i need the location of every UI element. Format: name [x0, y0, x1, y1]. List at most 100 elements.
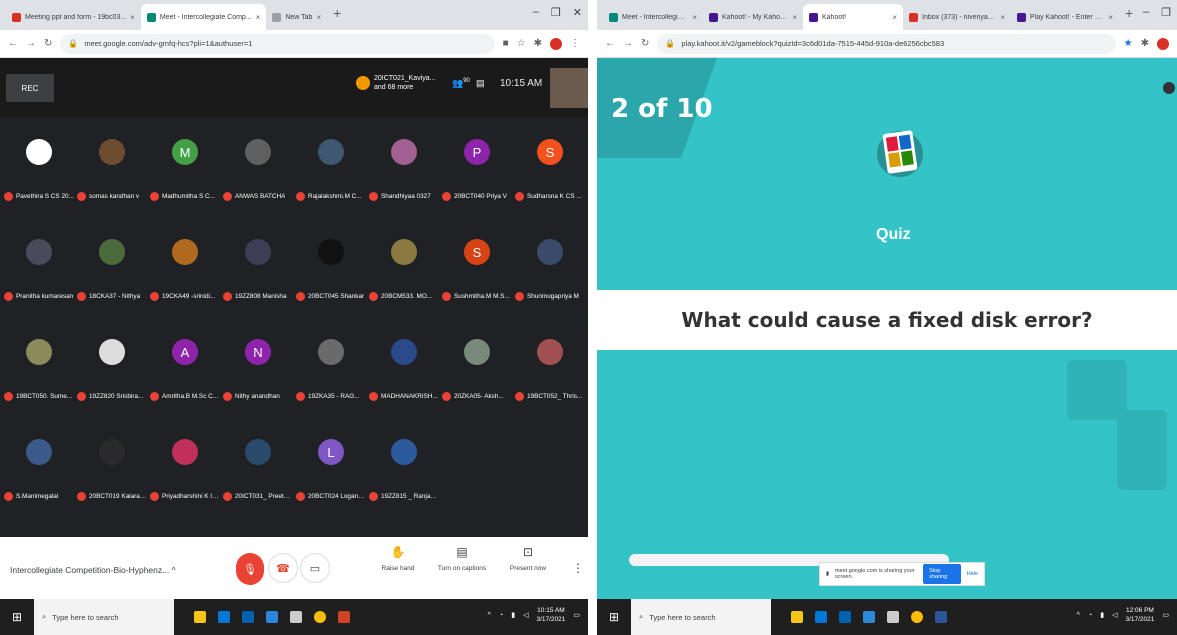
- windows-start-icon[interactable]: ⊞: [597, 599, 631, 635]
- meeting-title[interactable]: Intercollegiate Competition-Bio-Hyphenz.…: [10, 565, 176, 575]
- star-icon[interactable]: ★: [1124, 38, 1133, 49]
- browser-tab[interactable]: Play Kahoot! - Enter game PI...×: [1011, 4, 1119, 30]
- mic-toggle-button[interactable]: 🎙: [236, 553, 264, 585]
- camera-icon[interactable]: ■: [503, 38, 509, 49]
- self-view-thumbnail[interactable]: [550, 68, 588, 108]
- profile-avatar[interactable]: [550, 37, 562, 50]
- participant-tile[interactable]: somas kandhan v: [75, 125, 147, 211]
- chrome-icon[interactable]: [911, 611, 923, 623]
- new-tab-button[interactable]: +: [327, 5, 347, 25]
- participant-tile[interactable]: 19ZZ815 _ Ranjani. E: [367, 425, 439, 511]
- close-icon[interactable]: ×: [130, 13, 135, 22]
- new-tab-button[interactable]: +: [1119, 5, 1139, 25]
- participant-tile[interactable]: Shunmugapriya M: [513, 225, 585, 311]
- edge-icon[interactable]: [218, 611, 230, 623]
- close-icon[interactable]: ×: [1000, 13, 1005, 22]
- file-explorer-icon[interactable]: [791, 611, 803, 623]
- windows-start-icon[interactable]: ⊞: [0, 599, 34, 635]
- notification-icon[interactable]: ▭: [573, 611, 580, 619]
- leave-call-button[interactable]: ☎: [268, 553, 298, 583]
- participant-tile[interactable]: 18CKA37 - Nithya: [75, 225, 147, 311]
- participant-tile[interactable]: N Nithy anandhan: [221, 325, 293, 411]
- participant-tile[interactable]: Priyadharshini K Info. Tech.: [148, 425, 220, 511]
- camera-toggle-button[interactable]: ▭: [300, 553, 330, 583]
- close-icon[interactable]: ×: [692, 13, 697, 22]
- captions-button[interactable]: ▤ Turn on captions: [432, 545, 492, 572]
- chevron-up-icon[interactable]: ^: [1077, 612, 1080, 619]
- store-icon[interactable]: [242, 611, 254, 623]
- battery-icon[interactable]: ▮: [1100, 611, 1104, 619]
- close-icon[interactable]: ×: [316, 13, 321, 22]
- volume-icon[interactable]: ◁: [523, 611, 528, 619]
- participant-tile[interactable]: Rajalakshmi.M C...: [294, 125, 366, 211]
- participant-tile[interactable]: 19ZZ808 Manisha: [221, 225, 293, 311]
- volume-icon[interactable]: ◁: [1112, 611, 1117, 619]
- address-bar[interactable]: 🔒 play.kahoot.it/v2/gameblock?quizId=3c6d…: [657, 33, 1116, 54]
- notification-icon[interactable]: ▭: [1162, 611, 1169, 619]
- address-bar[interactable]: 🔒 meet.google.com/adv-gmfq-hcs?pli=1&auth…: [60, 33, 495, 54]
- browser-tab[interactable]: Meeting ppt and form - 19bc03... ×: [6, 4, 141, 30]
- participant-tile[interactable]: 19BCT052_ Thris...: [513, 325, 585, 411]
- participant-tile[interactable]: Pranitha kumaresan: [2, 225, 74, 311]
- maximize-icon[interactable]: ❐: [1161, 6, 1171, 19]
- browser-tab[interactable]: New Tab ×: [266, 4, 327, 30]
- attendee-summary[interactable]: 20ICT021_Kaviya... and 68 more: [356, 74, 435, 92]
- participant-tile[interactable]: 19CKA49 -srinidi...: [148, 225, 220, 311]
- close-icon[interactable]: ×: [1108, 13, 1113, 22]
- participant-tile[interactable]: P 20BCT040 Priya V: [440, 125, 512, 211]
- chrome-icon[interactable]: [314, 611, 326, 623]
- participant-tile[interactable]: 19ZKA35 - RAG...: [294, 325, 366, 411]
- close-window-icon[interactable]: ✕: [573, 6, 582, 19]
- browser-tab-active[interactable]: Meet - Intercollegiate Comp... ×: [140, 4, 267, 30]
- chat-icon[interactable]: ▤: [476, 78, 485, 89]
- browser-tab[interactable]: Kahoot! - My Kahoots ×: [703, 4, 803, 30]
- browser-tab[interactable]: Meet - Intercollegiate Co...×: [603, 4, 703, 30]
- participant-tile[interactable]: MADHANAKRISH...: [367, 325, 439, 411]
- close-icon[interactable]: ×: [256, 13, 261, 22]
- participant-tile[interactable]: Shandhiyaa 0327: [367, 125, 439, 211]
- present-now-button[interactable]: ⊡ Present now: [498, 545, 558, 572]
- edge-icon[interactable]: [815, 611, 827, 623]
- network-icon[interactable]: ◔: [499, 612, 503, 619]
- participant-tile[interactable]: 20ICT031_ Preethi .P: [221, 425, 293, 511]
- participant-tile[interactable]: S Sudharsna K CS ...: [513, 125, 585, 211]
- maximize-icon[interactable]: ❐: [551, 6, 561, 19]
- extension-icon[interactable]: ✱: [534, 38, 542, 49]
- participant-tile[interactable]: A Amritha.B M.Sc C...: [148, 325, 220, 411]
- raise-hand-button[interactable]: ✋ Raise hand: [368, 545, 428, 572]
- browser-tab[interactable]: Inbox (373) - nivenyaselvam...×: [903, 4, 1011, 30]
- taskbar-clock[interactable]: 10:15 AM 3/17/2021: [536, 606, 565, 624]
- word-icon[interactable]: [935, 611, 947, 623]
- participant-tile[interactable]: M Madhumitha S C...: [148, 125, 220, 211]
- taskbar-search[interactable]: ⌕ Type here to search: [34, 599, 174, 635]
- mail-icon[interactable]: [863, 611, 875, 623]
- participant-tile[interactable]: S.Manimegalai: [2, 425, 74, 511]
- forward-icon[interactable]: →: [26, 38, 36, 49]
- participant-tile[interactable]: S Sushmitha.M M.S...: [440, 225, 512, 311]
- participant-tile[interactable]: 20ZKA05- Aksh...: [440, 325, 512, 411]
- close-icon[interactable]: ×: [892, 13, 897, 22]
- star-icon[interactable]: ☆: [517, 38, 526, 49]
- browser-tab-active[interactable]: Kahoot! ×: [803, 4, 903, 30]
- participant-tile[interactable]: 19BCT050. Sume...: [2, 325, 74, 411]
- store-icon[interactable]: [839, 611, 851, 623]
- taskbar-clock[interactable]: 12:06 PM 3/17/2021: [1125, 606, 1154, 624]
- participant-tile[interactable]: 20BCM533. MO...: [367, 225, 439, 311]
- participant-tile[interactable]: L 20BCT024 Loganayaki: [294, 425, 366, 511]
- hide-button[interactable]: Hide: [967, 571, 978, 577]
- participant-tile[interactable]: Pavethira S CS 20...: [2, 125, 74, 211]
- back-icon[interactable]: ←: [8, 38, 18, 49]
- reload-icon[interactable]: ↻: [641, 38, 649, 49]
- participants-icon[interactable]: 👥90: [452, 78, 470, 89]
- battery-icon[interactable]: ▮: [511, 611, 515, 619]
- minimize-icon[interactable]: –: [1143, 6, 1149, 19]
- close-icon[interactable]: ×: [792, 13, 797, 22]
- powerpoint-icon[interactable]: [338, 611, 350, 623]
- minimize-icon[interactable]: –: [533, 6, 539, 19]
- profile-avatar[interactable]: [1157, 37, 1169, 50]
- stop-sharing-button[interactable]: Stop sharing: [923, 564, 961, 584]
- settings-icon[interactable]: [1163, 82, 1175, 94]
- chevron-up-icon[interactable]: ^: [488, 612, 491, 619]
- taskbar-search[interactable]: ⌕ Type here to search: [631, 599, 771, 635]
- participant-tile[interactable]: ANWAS BATCHA: [221, 125, 293, 211]
